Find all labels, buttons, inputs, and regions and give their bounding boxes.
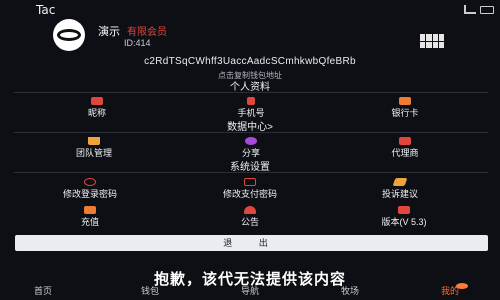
menu-item-label: 修改登录密码 (62, 189, 117, 199)
menu-item-label: 投诉建议 (381, 189, 418, 199)
user-name: 演示 (98, 26, 120, 38)
tab-home[interactable]: 首页 (13, 284, 73, 297)
menu-row-data-center: 团队管理 分享 代理商 (14, 137, 488, 158)
menu-item-label: 充值 (80, 217, 99, 227)
tab-farm[interactable]: 牧场 (320, 284, 380, 297)
menu-item-change-payment-password[interactable]: 修改支付密码 (190, 178, 310, 199)
recharge-icon (84, 206, 96, 214)
menu-item-bank-card[interactable]: 银行卡 (360, 97, 450, 118)
crown-icon (88, 137, 100, 145)
menu-row-system-2: 充值 公告 版本(V 5.3) (14, 206, 488, 227)
menu-item-feedback[interactable]: 投诉建议 (350, 178, 450, 199)
bottom-tab-bar: 首页 钱包 导航 牧场 我的 (0, 281, 500, 300)
divider (14, 172, 488, 173)
tab-navigation[interactable]: 导航 (220, 284, 280, 297)
menu-item-phone[interactable]: 手机号 (206, 97, 296, 118)
menu-item-label: 公告 (240, 217, 259, 227)
divider (14, 92, 488, 93)
logout-button[interactable]: 退 出 (15, 235, 488, 251)
user-id: ID:414 (124, 38, 151, 48)
share-icon (245, 137, 257, 145)
section-title-system: 系统设置 (230, 162, 270, 173)
menu-item-share[interactable]: 分享 (206, 137, 296, 158)
menu-row-system-1: 修改登录密码 修改支付密码 投诉建议 (14, 178, 488, 199)
wallet-address[interactable]: c2RdTSqCWhff3UaccAadcSCmhkwbQfeBRb (0, 56, 500, 67)
avatar[interactable] (53, 19, 85, 51)
status-icons (464, 5, 494, 14)
agent-icon (399, 137, 411, 145)
app-title: Tac (36, 3, 56, 17)
menu-row-personal: 昵称 手机号 银行卡 (14, 97, 488, 118)
bank-card-icon (399, 97, 411, 105)
menu-item-recharge[interactable]: 充值 (50, 206, 130, 227)
avatar-logo-icon (57, 29, 81, 41)
announcement-icon (244, 206, 256, 214)
menu-item-team-management[interactable]: 团队管理 (46, 137, 142, 158)
card-lock-icon (244, 178, 256, 186)
menu-item-nickname[interactable]: 昵称 (52, 97, 142, 118)
battery-icon (480, 5, 494, 14)
menu-item-announcement[interactable]: 公告 (210, 206, 290, 227)
menu-item-label: 修改支付密码 (222, 189, 277, 199)
edit-icon (392, 178, 408, 186)
menu-item-agent[interactable]: 代理商 (360, 137, 450, 158)
member-tag: 有限会员 (127, 27, 167, 38)
menu-item-label: 版本(V 5.3) (381, 217, 427, 227)
section-title-personal: 个人资料 (230, 82, 270, 93)
divider (14, 132, 488, 133)
profile-card[interactable]: 演示 有限会员 ID:414 (15, 16, 487, 51)
id-card-icon (91, 97, 103, 105)
menu-item-version[interactable]: 版本(V 5.3) (344, 206, 464, 227)
tab-mine[interactable]: 我的 (420, 284, 480, 297)
section-title-data-center[interactable]: 数据中心> (0, 118, 500, 133)
menu-item-change-login-password[interactable]: 修改登录密码 (30, 178, 150, 199)
tab-wallet[interactable]: 钱包 (120, 284, 180, 297)
signal-icon (464, 5, 476, 14)
version-icon (398, 206, 410, 214)
phone-icon (247, 97, 255, 105)
qr-code-icon[interactable] (420, 34, 444, 48)
heart-lock-icon (84, 178, 96, 186)
